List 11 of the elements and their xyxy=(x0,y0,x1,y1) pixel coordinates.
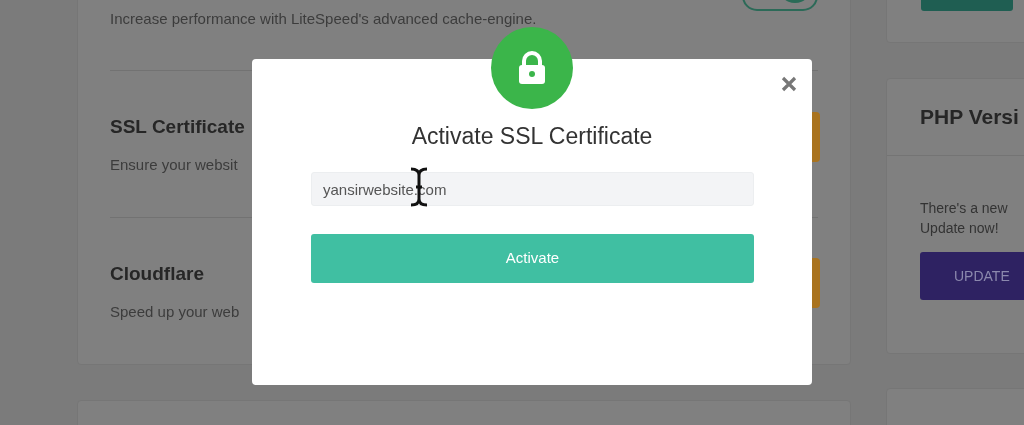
card-title: PHP Versi xyxy=(920,104,1020,130)
feature-description: Speed up your web xyxy=(110,301,241,322)
feature-title: SSL Certificate xyxy=(110,115,245,139)
feature-description: Increase performance with LiteSpeed's advanced cache-engine. xyxy=(110,9,538,29)
card-text: There's a new xyxy=(920,199,1009,218)
feature-title: Cloudflare xyxy=(110,262,204,286)
card-text: Update now! xyxy=(920,219,1000,238)
update-button[interactable]: UPDATE xyxy=(920,252,1024,300)
feature-description: Ensure your websit xyxy=(110,154,239,175)
activate-button[interactable]: Activate xyxy=(311,234,754,283)
modal-title: Activate SSL Certificate xyxy=(410,123,654,151)
